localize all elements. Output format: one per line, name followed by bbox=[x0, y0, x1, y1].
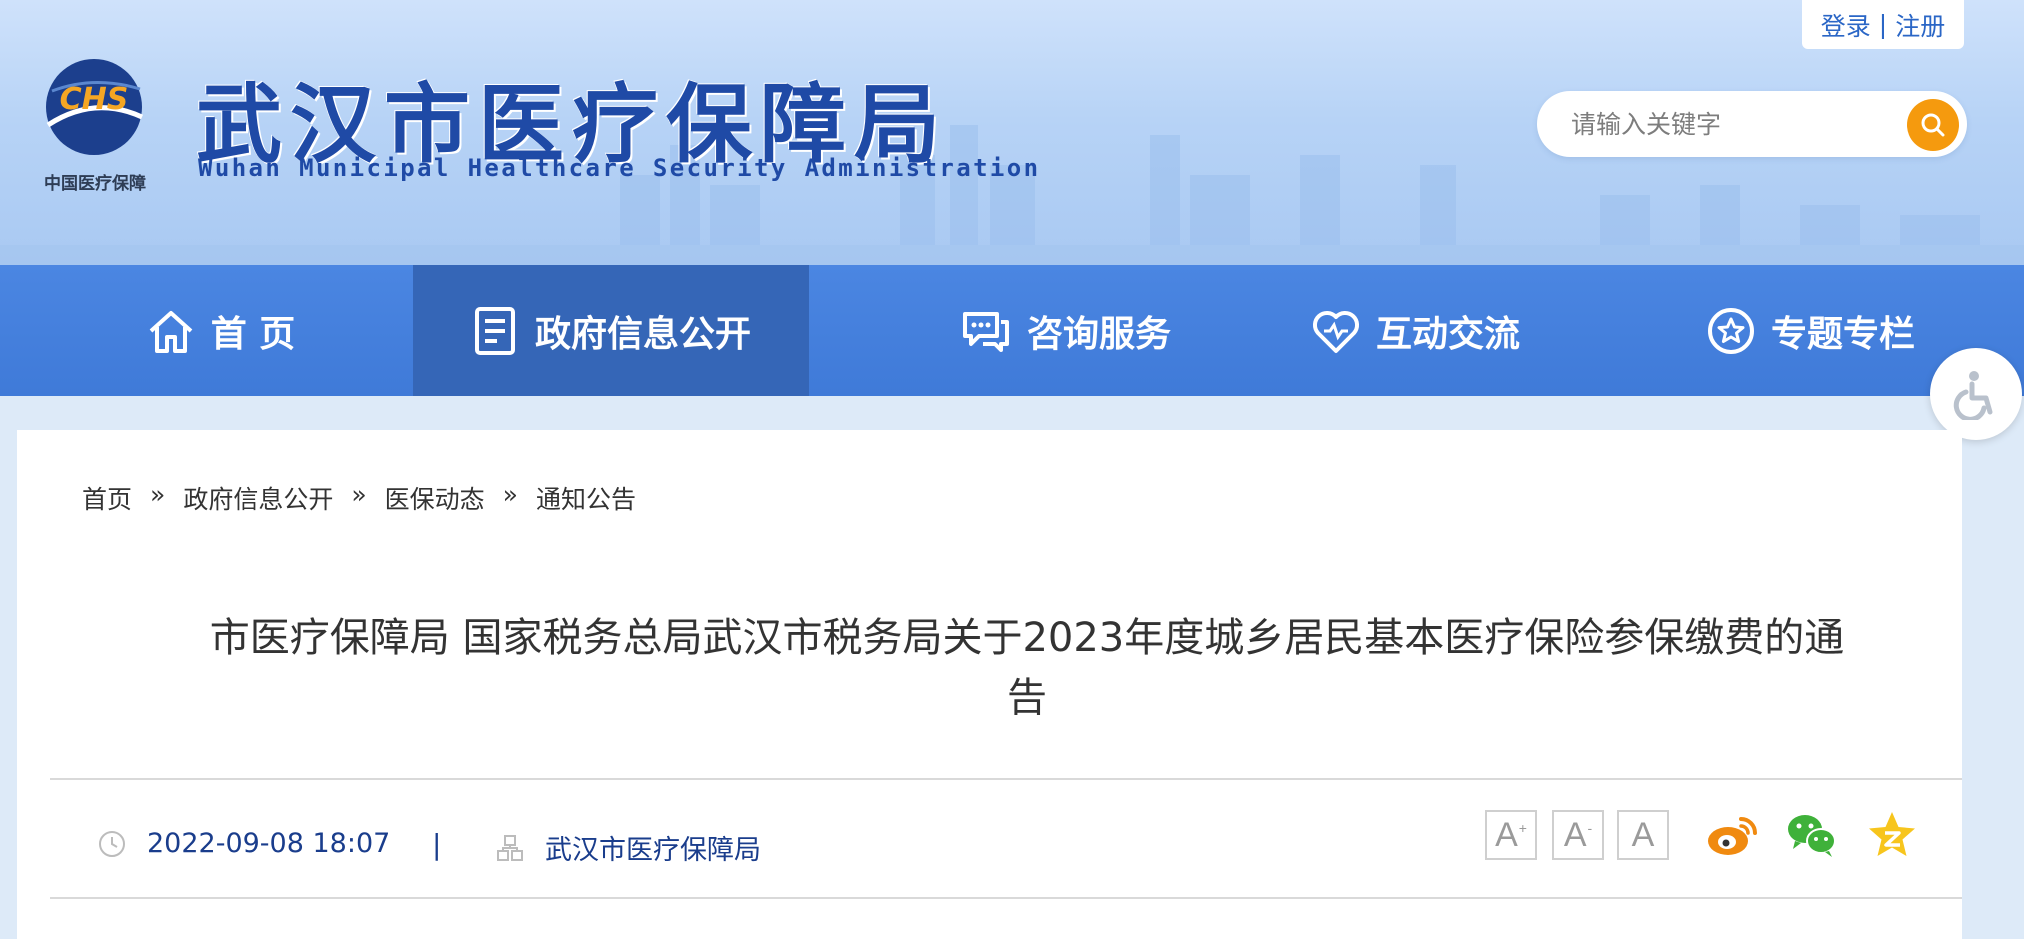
share-weibo[interactable] bbox=[1705, 810, 1759, 860]
nav-label-home: 首 页 bbox=[210, 313, 296, 355]
document-icon bbox=[474, 306, 515, 355]
nav-label-consult: 咨询服务 bbox=[1026, 313, 1171, 355]
chs-emblem-icon: CHS bbox=[46, 59, 144, 155]
breadcrumb-notices[interactable]: 通知公告 bbox=[536, 480, 636, 516]
nav-item-home[interactable]: 首 页 bbox=[100, 265, 340, 396]
org-chart-icon bbox=[497, 834, 523, 861]
publish-date: 2022-09-08 18:07 bbox=[147, 828, 391, 859]
font-decrease-sign: - bbox=[1587, 820, 1593, 836]
nav-item-gov-info[interactable]: 政府信息公开 bbox=[413, 265, 809, 396]
auth-separator: | bbox=[1878, 10, 1888, 39]
share-qzone[interactable] bbox=[1865, 810, 1919, 860]
home-icon bbox=[149, 310, 193, 353]
weibo-icon bbox=[1708, 817, 1757, 855]
font-increase-button[interactable]: A + bbox=[1485, 810, 1537, 860]
login-link[interactable]: 登录 bbox=[1821, 7, 1871, 43]
font-decrease-label: A bbox=[1563, 815, 1587, 854]
search-button[interactable] bbox=[1907, 99, 1959, 151]
qzone-icon bbox=[1869, 812, 1915, 856]
clock-icon bbox=[99, 830, 125, 857]
star-icon bbox=[1707, 307, 1754, 354]
wheelchair-icon bbox=[1953, 371, 1993, 420]
meta-separator: | bbox=[432, 828, 442, 861]
nav-item-interact[interactable]: 互动交流 bbox=[1285, 265, 1545, 396]
font-increase-sign: + bbox=[1518, 820, 1527, 836]
search-input[interactable] bbox=[1571, 105, 1871, 143]
breadcrumb-news[interactable]: 医保动态 bbox=[385, 480, 485, 516]
auth-links: 登录 | 注册 bbox=[1802, 0, 1964, 49]
site-subtitle: Wuhan Municipal Healthcare Security Admi… bbox=[198, 154, 1041, 182]
main-nav: 首 页 政府信息公开 咨询服务 互动交流 专题专栏 bbox=[0, 265, 2024, 396]
nav-item-topics[interactable]: 专题专栏 bbox=[1680, 265, 1940, 396]
font-reset-label: A bbox=[1631, 815, 1655, 854]
breadcrumb-separator: » bbox=[150, 480, 166, 509]
font-increase-label: A bbox=[1495, 815, 1518, 854]
font-decrease-button[interactable]: A- bbox=[1552, 810, 1604, 860]
logo-caption: 中国医疗保障 bbox=[44, 174, 146, 194]
breadcrumb-separator: » bbox=[351, 480, 367, 509]
divider-bottom bbox=[50, 897, 1962, 899]
accessibility-button[interactable] bbox=[1930, 348, 2022, 440]
site-header: CHS 中国医疗保障 武汉市医疗保障局 Wuhan Municipal Heal… bbox=[0, 0, 2024, 265]
nav-item-consult[interactable]: 咨询服务 bbox=[880, 265, 1250, 396]
share-wechat[interactable] bbox=[1785, 810, 1839, 860]
breadcrumb-separator: » bbox=[502, 480, 518, 509]
font-reset-button[interactable]: A bbox=[1617, 810, 1669, 860]
nav-label-gov-info: 政府信息公开 bbox=[534, 313, 751, 355]
breadcrumb-home[interactable]: 首页 bbox=[82, 480, 132, 516]
register-link[interactable]: 注册 bbox=[1895, 7, 1945, 43]
breadcrumb-gov-info[interactable]: 政府信息公开 bbox=[183, 480, 333, 516]
source-name: 武汉市医疗保障局 bbox=[545, 835, 761, 866]
article-title: 市医疗保障局 国家税务总局武汉市税务局关于2023年度城乡居民基本医疗保险参保缴… bbox=[209, 615, 1845, 721]
nav-label-interact: 互动交流 bbox=[1375, 313, 1520, 355]
chs-logo[interactable]: CHS 中国医疗保障 bbox=[30, 55, 160, 205]
heart-icon bbox=[1312, 310, 1360, 353]
chat-icon bbox=[962, 311, 1009, 352]
search-icon bbox=[1921, 113, 1945, 137]
search-box bbox=[1537, 91, 1967, 157]
nav-label-topics: 专题专栏 bbox=[1770, 313, 1915, 355]
publish-time: 2022-09-08 18:07 bbox=[97, 828, 390, 859]
svg-text:CHS: CHS bbox=[60, 82, 129, 117]
divider-top bbox=[50, 778, 1962, 780]
breadcrumb: 首页 » 政府信息公开 » 医保动态 » 通知公告 bbox=[82, 480, 636, 516]
article-source: 武汉市医疗保障局 bbox=[495, 828, 761, 867]
article-card: 首页 » 政府信息公开 » 医保动态 » 通知公告 市医疗保障局 国家税务总局武… bbox=[17, 430, 1962, 939]
wechat-icon bbox=[1788, 815, 1836, 857]
